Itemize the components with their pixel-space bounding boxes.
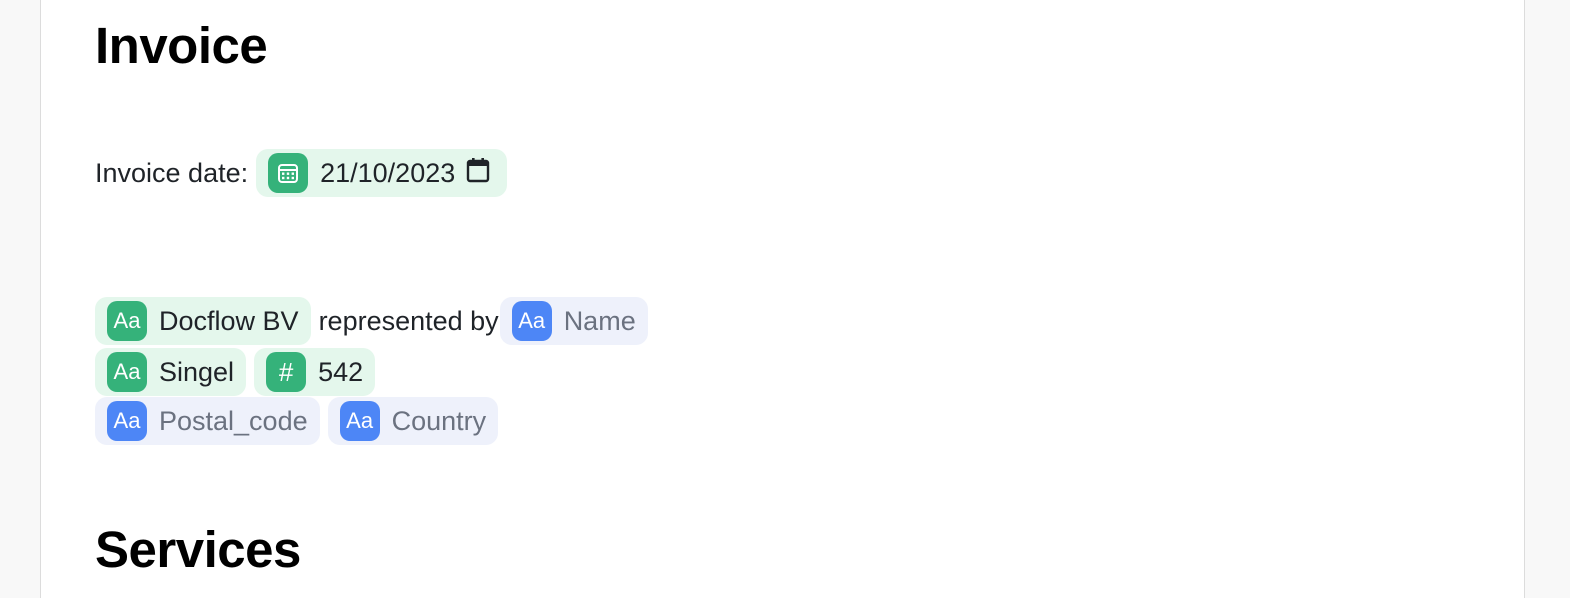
services-heading: Services	[95, 521, 301, 578]
invoice-date-value: 21/10/2023	[320, 157, 456, 188]
country-placeholder: Country	[391, 405, 487, 436]
street-field[interactable]: Aa Singel	[95, 348, 247, 396]
text-type-icon: Aa	[107, 352, 147, 392]
invoice-date-row: Invoice date: 21/10/2023	[95, 149, 508, 197]
house-number-field[interactable]: # 542	[254, 348, 376, 396]
house-number-value: 542	[318, 356, 364, 387]
name-placeholder: Name	[563, 305, 636, 336]
calendar-grid-icon	[268, 153, 309, 193]
text-type-icon: Aa	[107, 301, 147, 341]
text-type-icon: Aa	[339, 401, 380, 441]
hash-icon: #	[266, 352, 307, 392]
postal-country-row: Aa Postal_code Aa Country	[95, 397, 499, 445]
text-type-icon: Aa	[511, 301, 552, 341]
street-row: Aa Singel # 542	[95, 348, 376, 396]
company-field[interactable]: Aa Docflow BV	[95, 297, 311, 345]
invoice-date-label: Invoice date:	[95, 157, 249, 188]
text-type-icon: Aa	[107, 401, 147, 441]
company-row: Aa Docflow BV represented by Aa Name	[95, 297, 648, 345]
street-value: Singel	[159, 356, 235, 387]
postal-code-field[interactable]: Aa Postal_code	[95, 397, 320, 445]
calendar-icon[interactable]	[465, 156, 491, 191]
invoice-heading: Invoice	[95, 17, 268, 74]
invoice-date-field[interactable]: 21/10/2023	[256, 149, 508, 197]
postal-code-placeholder: Postal_code	[159, 405, 308, 436]
represented-by-text: represented by	[318, 305, 499, 336]
company-value: Docflow BV	[159, 305, 299, 336]
country-field[interactable]: Aa Country	[327, 397, 499, 445]
name-field[interactable]: Aa Name	[499, 297, 648, 345]
